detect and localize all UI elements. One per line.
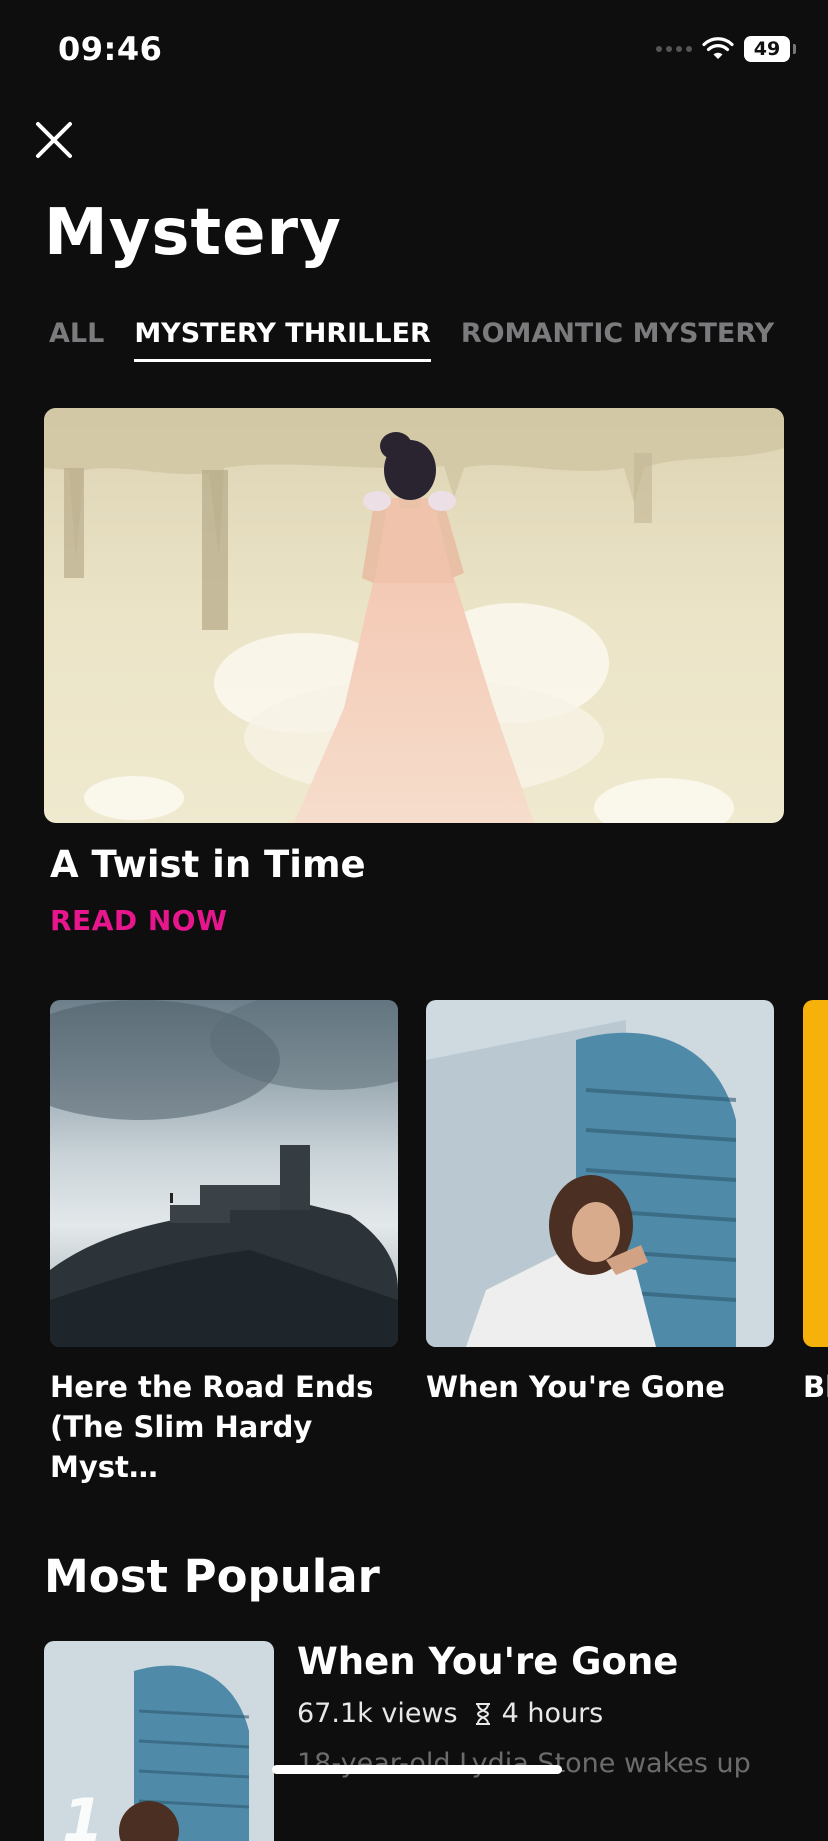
book-card[interactable]: When You're Gone: [426, 1000, 774, 1407]
hourglass-icon: [475, 1702, 490, 1725]
book-cover-image: [50, 1000, 398, 1347]
book-cover-image: [426, 1000, 774, 1347]
popular-book-description: 18-year-old Lydia Stone wakes up: [297, 1748, 751, 1779]
read-duration: 4 hours: [501, 1698, 604, 1729]
category-tabs: ALL MYSTERY THRILLER ROMANTIC MYSTERY: [49, 318, 774, 362]
page-title: Mystery: [44, 196, 342, 270]
status-time: 09:46: [58, 30, 163, 68]
views-count: 67.1k views: [297, 1698, 458, 1729]
book-card-title: When You're Gone: [426, 1370, 725, 1404]
popular-book-title[interactable]: When You're Gone: [297, 1640, 678, 1683]
popular-book-cover[interactable]: 1: [44, 1641, 274, 1841]
close-button[interactable]: [30, 116, 78, 164]
home-indicator[interactable]: [272, 1765, 562, 1774]
status-indicators: 49: [656, 36, 796, 62]
featured-cover-image[interactable]: [44, 408, 784, 823]
book-card-title: Bl: [803, 1370, 828, 1404]
close-icon: [36, 122, 72, 158]
tab-mystery-thriller[interactable]: MYSTERY THRILLER: [134, 318, 431, 362]
book-card[interactable]: Bl: [803, 1000, 828, 1407]
tab-all[interactable]: ALL: [49, 318, 104, 362]
featured-title[interactable]: A Twist in Time: [50, 843, 366, 886]
tab-romantic-mystery[interactable]: ROMANTIC MYSTERY: [461, 318, 774, 362]
book-card[interactable]: Here the Road Ends (The Slim Hardy Myst…: [50, 1000, 398, 1487]
popular-book-meta: 67.1k views 4 hours: [297, 1698, 603, 1729]
book-cover-image: [803, 1000, 828, 1347]
book-card-title: Here the Road Ends (The Slim Hardy Myst…: [50, 1370, 374, 1484]
read-now-button[interactable]: READ NOW: [50, 904, 227, 937]
svg-text:1: 1: [62, 1786, 104, 1841]
battery-icon: 49: [744, 36, 796, 62]
wifi-icon: [702, 37, 734, 59]
signal-icon: [656, 46, 692, 52]
most-popular-heading: Most Popular: [44, 1550, 380, 1603]
